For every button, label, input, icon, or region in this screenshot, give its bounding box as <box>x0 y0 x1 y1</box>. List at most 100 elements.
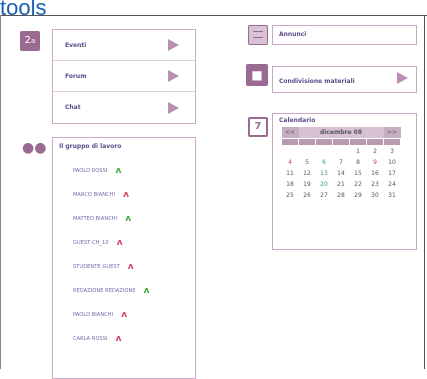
calendar-day[interactable]: 16 <box>367 168 384 179</box>
calendar-day[interactable]: 6 <box>316 157 333 168</box>
calendar-day <box>333 146 350 158</box>
calendar-day[interactable]: 4 <box>282 157 299 168</box>
calendar-day <box>316 146 333 158</box>
person-status-icon: ᴧ <box>115 165 122 176</box>
list-item[interactable]: CARLA ROSSI ᴧ <box>53 327 195 351</box>
calendar-day[interactable]: 25 <box>282 190 299 201</box>
calendar-week-row: 25 26 27 28 29 30 31 <box>282 190 401 201</box>
calendar-day[interactable]: 30 <box>367 190 384 201</box>
tool-row-forum[interactable]: Forum <box>53 61 195 92</box>
person-status-icon: ᴧ <box>143 285 150 296</box>
arrow-right-icon[interactable] <box>168 101 179 114</box>
person-status-icon: ᴧ <box>125 213 132 224</box>
calendar-weekday-cell <box>332 138 350 146</box>
tool-label: Forum <box>65 72 87 80</box>
calendar-day[interactable]: 10 <box>384 157 401 168</box>
list-item[interactable]: STUDENTE GUEST ᴧ <box>53 255 195 279</box>
header-divider <box>0 15 427 16</box>
calendar-title: Calendario <box>279 117 316 124</box>
calendar-day[interactable]: 29 <box>350 190 367 201</box>
calendar-weekday-cell <box>383 138 401 146</box>
tools-panel: Eventi Forum Chat <box>52 29 196 124</box>
calendar-day[interactable]: 28 <box>333 190 350 201</box>
calendar-day[interactable]: 13 <box>316 168 333 179</box>
calendar-panel: Calendario << dicembre 08 >> 1 2 3 4 5 6 7 8 9 10 11 1… <box>272 113 417 250</box>
calendar-day[interactable]: 9 <box>367 157 384 168</box>
tool-row-chat[interactable]: Chat <box>53 92 195 123</box>
calendar-day[interactable]: 21 <box>333 179 350 190</box>
list-item[interactable]: PAOLO ROSSI ᴧ <box>53 159 195 183</box>
calendar-day[interactable]: 14 <box>333 168 350 179</box>
calendar-day[interactable]: 11 <box>282 168 299 179</box>
materials-icon: ■ <box>246 64 268 86</box>
member-name: STUDENTE GUEST <box>73 264 120 270</box>
calendar-day[interactable]: 12 <box>299 168 316 179</box>
left-border <box>0 15 1 369</box>
calendar-day[interactable]: 5 <box>299 157 316 168</box>
announcements-icon <box>248 25 268 45</box>
list-item[interactable]: REDAZIONE REDAZIONE ᴧ <box>53 279 195 303</box>
calendar-next-button[interactable]: >> <box>383 127 401 139</box>
materials-label: Condivisione materiali <box>279 78 355 85</box>
tool-label: Eventi <box>65 41 87 49</box>
calendar-day[interactable]: 27 <box>316 190 333 201</box>
arrow-right-icon[interactable] <box>168 70 179 82</box>
tool-row-eventi[interactable]: Eventi <box>53 30 195 61</box>
calendar-day[interactable]: 1 <box>350 146 367 158</box>
calendar-weekday-row <box>281 138 401 146</box>
arrow-right-icon[interactable] <box>168 39 179 51</box>
calendar-weekday-cell <box>366 138 384 146</box>
calendar-month-label: dicembre 08 <box>298 127 384 139</box>
calendar-day[interactable]: 19 <box>299 179 316 190</box>
tools-icon: 2a <box>20 31 40 51</box>
list-item[interactable]: GUEST CH_10 ᴧ <box>53 231 195 255</box>
calendar-day[interactable]: 17 <box>384 168 401 179</box>
calendar-day[interactable]: 2 <box>367 146 384 158</box>
person-status-icon: ᴧ <box>127 261 134 272</box>
person-status-icon: ᴧ <box>115 333 122 344</box>
member-name: PAOLO BIANCHI <box>73 312 114 318</box>
calendar-day[interactable]: 20 <box>316 179 333 190</box>
calendar-day <box>282 146 299 158</box>
calendar-day[interactable]: 7 <box>333 157 350 168</box>
tool-label: Chat <box>65 104 81 111</box>
group-icon: ●● <box>22 138 47 158</box>
member-name: MATTEO BIANCHI <box>73 216 118 222</box>
calendar-day[interactable]: 24 <box>384 179 401 190</box>
right-border <box>424 15 425 369</box>
calendar-day[interactable]: 8 <box>350 157 367 168</box>
calendar-week-row: 11 12 13 14 15 16 17 <box>282 168 401 179</box>
calendar-weekday-cell <box>349 138 367 146</box>
person-status-icon: ᴧ <box>123 189 129 200</box>
calendar-week-row: 4 5 6 7 8 9 10 <box>282 157 401 168</box>
calendar-day[interactable]: 31 <box>384 190 401 201</box>
member-list: PAOLO ROSSI ᴧ MARCO BIANCHI ᴧ MATTEO BIANCHI… <box>53 159 195 351</box>
member-name: REDAZIONE REDAZIONE <box>73 288 136 294</box>
arrow-right-icon[interactable] <box>397 72 408 84</box>
member-name: MARCO BIANCHI <box>73 192 116 198</box>
page-title: tools <box>0 0 47 20</box>
calendar-day[interactable]: 22 <box>350 179 367 190</box>
calendar-day[interactable]: 23 <box>367 179 384 190</box>
calendar-day[interactable]: 3 <box>384 146 401 158</box>
member-name: CARLA ROSSI <box>73 336 108 342</box>
announcements-panel[interactable]: Annunci <box>272 25 417 45</box>
list-item[interactable]: MATTEO BIANCHI ᴧ <box>53 207 195 231</box>
list-item[interactable]: MARCO BIANCHI ᴧ <box>53 183 195 207</box>
calendar-week-row: 18 19 20 21 22 23 24 <box>282 179 401 190</box>
calendar-nav-row: << dicembre 08 >> <box>281 127 401 139</box>
person-status-icon: ᴧ <box>116 237 123 248</box>
person-status-icon: ᴧ <box>121 309 128 320</box>
member-name: GUEST CH_10 <box>73 240 109 246</box>
calendar-weekday-cell <box>315 138 333 146</box>
calendar-prev-button[interactable]: << <box>281 127 299 139</box>
calendar-day[interactable]: 26 <box>299 190 316 201</box>
calendar-day[interactable]: 15 <box>350 168 367 179</box>
group-panel: Il gruppo di lavoro PAOLO ROSSI ᴧ MARCO BI… <box>52 137 196 379</box>
member-name: PAOLO ROSSI <box>73 168 108 174</box>
calendar-day <box>299 146 316 158</box>
list-item[interactable]: PAOLO BIANCHI ᴧ <box>53 303 195 327</box>
calendar-icon: 7 <box>248 117 268 137</box>
calendar-day[interactable]: 18 <box>282 179 299 190</box>
materials-panel[interactable]: Condivisione materiali <box>272 66 417 93</box>
